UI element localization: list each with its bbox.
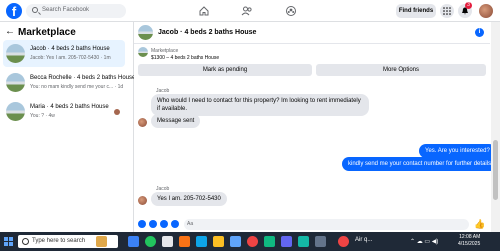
- outgoing-message: kindly send me your contact number for f…: [342, 157, 498, 171]
- sender-avatar[interactable]: [138, 196, 147, 205]
- conversation-preview: Jacob: Yes I am. 205-702-5430 · 1m: [30, 55, 111, 61]
- taskbar-app-icon[interactable]: [96, 236, 107, 247]
- gif-icon[interactable]: [171, 220, 179, 228]
- app-icon[interactable]: [264, 236, 275, 247]
- chat-header: Jacob · 4 beds 2 baths House i: [134, 22, 490, 44]
- marketplace-inbox-sidebar: ← Marketplace Jacob · 4 beds 2 baths Hou…: [0, 22, 135, 232]
- chrome-icon[interactable]: [145, 236, 156, 247]
- menu-button[interactable]: [440, 4, 454, 18]
- app-icon[interactable]: [162, 236, 173, 247]
- listing-subtitle[interactable]: $1300 – 4 beds 2 baths House: [151, 55, 219, 61]
- more-options-button[interactable]: More Options: [316, 64, 486, 76]
- image-icon[interactable]: [149, 220, 157, 228]
- listing-thumbnail: [6, 102, 25, 121]
- listing-category: Marketplace: [151, 48, 179, 54]
- listing-thumbnail[interactable]: [138, 25, 153, 40]
- incoming-message: Yes I am. 205-702-5430: [151, 192, 227, 206]
- app-icon[interactable]: [281, 236, 292, 247]
- find-friends-button[interactable]: Find friends: [396, 4, 436, 18]
- search-box[interactable]: Search Facebook: [26, 4, 126, 18]
- store-icon[interactable]: [230, 236, 241, 247]
- mark-as-pending-button[interactable]: Mark as pending: [138, 64, 312, 76]
- conversation-item[interactable]: Becca Rochelle · 4 beds 2 baths House Yo…: [3, 69, 135, 96]
- seen-avatar: [114, 109, 120, 115]
- home-icon[interactable]: [198, 5, 210, 17]
- marketplace-icon: [138, 47, 148, 57]
- search-placeholder: Search Facebook: [42, 7, 90, 13]
- outgoing-message: Yes. Are you interested?: [419, 144, 496, 158]
- sidebar-title: Marketplace: [18, 27, 76, 38]
- scrollbar-thumb[interactable]: [493, 140, 498, 200]
- clock-date: 4/15/2025: [458, 241, 481, 247]
- grid-icon: [443, 7, 451, 15]
- sender-avatar[interactable]: [138, 118, 147, 127]
- system-tray[interactable]: ⌃ ☁ ▭ ◀): [410, 238, 438, 245]
- conversation-preview: You: no mam kindly send me your c... · 1…: [30, 84, 124, 90]
- conversation-item[interactable]: Jacob · 4 beds 2 baths House Jacob: Yes …: [3, 40, 125, 67]
- message-input[interactable]: Aa: [184, 219, 469, 230]
- back-arrow-icon[interactable]: ←: [5, 26, 15, 37]
- conversation-name: Jacob · 4 beds 2 baths House: [30, 46, 110, 52]
- chat-panel: Jacob · 4 beds 2 baths House i Marketpla…: [134, 22, 500, 232]
- listing-thumbnail: [6, 73, 25, 92]
- conversation-name: Becca Rochelle · 4 beds 2 baths House: [30, 75, 136, 81]
- sticker-icon[interactable]: [160, 220, 168, 228]
- folder-icon[interactable]: [213, 236, 224, 247]
- windows-taskbar: Type here to search Air q... ⌃ ☁ ▭ ◀) 12…: [0, 232, 500, 251]
- taskview-icon[interactable]: [128, 236, 139, 247]
- app-icon[interactable]: [247, 236, 258, 247]
- alert-icon[interactable]: [338, 236, 349, 247]
- friends-icon[interactable]: [241, 5, 253, 17]
- plus-icon[interactable]: [138, 220, 146, 228]
- windows-start-icon[interactable]: [4, 237, 13, 246]
- chat-scrollbar[interactable]: [491, 22, 500, 232]
- clock[interactable]: 12:08 AM 4/15/2025: [458, 234, 480, 248]
- conversation-preview: You: ? · 4w: [30, 113, 55, 119]
- search-icon: [32, 7, 38, 13]
- conversation-name: Maria · 4 beds 2 baths House: [30, 104, 109, 110]
- groups-icon[interactable]: [285, 5, 297, 17]
- thumbs-up-icon[interactable]: 👍: [474, 219, 485, 229]
- weather-widget[interactable]: Air q...: [355, 237, 372, 243]
- message-composer: Aa 👍: [134, 217, 490, 232]
- chat-title[interactable]: Jacob · 4 beds 2 baths House: [158, 29, 256, 36]
- app-icon[interactable]: [298, 236, 309, 247]
- incoming-message: Who would I need to contact for this pro…: [151, 94, 369, 116]
- incoming-message: Message sent: [151, 114, 201, 128]
- conversation-item[interactable]: Maria · 4 beds 2 baths House You: ? · 4w: [3, 98, 125, 125]
- info-icon[interactable]: i: [475, 28, 484, 37]
- listing-card: Marketplace $1300 – 4 beds 2 baths House…: [134, 44, 490, 84]
- profile-avatar[interactable]: [479, 4, 493, 18]
- clock-time: 12:08 AM: [459, 234, 481, 240]
- listing-thumbnail: [6, 44, 25, 63]
- facebook-logo[interactable]: f: [6, 3, 22, 19]
- notification-badge: 3: [465, 2, 472, 9]
- edge-icon[interactable]: [196, 236, 207, 247]
- app-icon[interactable]: [179, 236, 190, 247]
- top-navigation-bar: f Search Facebook Find friends 3: [0, 0, 500, 22]
- app-icon[interactable]: [315, 236, 326, 247]
